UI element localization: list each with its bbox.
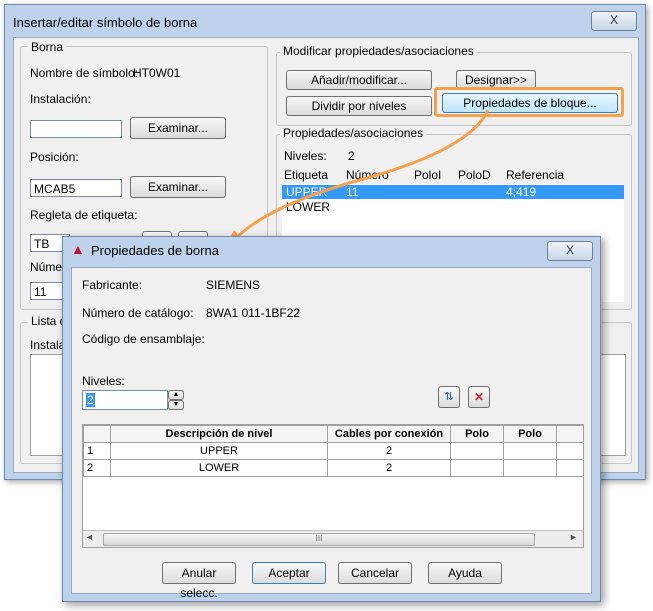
cell-wires[interactable]: 2: [327, 442, 451, 460]
help-button[interactable]: Ayuda: [428, 562, 502, 584]
table-row[interactable]: 2 LOWER 2: [83, 459, 583, 477]
autocad-logo-icon: ▲: [71, 241, 85, 257]
header-wires-per-connection[interactable]: Cables por conexión: [327, 425, 451, 443]
header-extra: [556, 425, 583, 443]
manufacturer-value: SIEMENS: [206, 278, 261, 292]
terminal-properties-dialog: ▲ Propiedades de borna X Fabricante: SIE…: [62, 236, 601, 602]
cell-pole-2[interactable]: [503, 442, 557, 460]
header-pole-1[interactable]: Polo: [450, 425, 504, 443]
row-number: 1: [83, 442, 111, 460]
cell-description[interactable]: LOWER: [110, 459, 328, 477]
catalog-value: 8WA1 011-1BF22: [206, 306, 301, 320]
levels-spinner-input[interactable]: 2: [82, 390, 168, 410]
header-pole-2[interactable]: Polo: [503, 425, 557, 443]
table-row[interactable]: 1 UPPER 2: [83, 442, 583, 460]
cancel-select-button[interactable]: Anular selecc.: [162, 562, 236, 600]
cancel-button[interactable]: Cancelar: [338, 562, 412, 584]
cell-extra: [556, 442, 583, 460]
levels-table: Descripción de nivel Cables por conexión…: [83, 425, 583, 477]
spinner-down-button[interactable]: ▼: [168, 400, 184, 410]
horizontal-scrollbar[interactable]: ◄ III ►: [83, 530, 583, 547]
levels-label: Niveles:: [82, 374, 125, 388]
header-level-description[interactable]: Descripción de nivel: [110, 425, 328, 443]
cell-pole-2[interactable]: [503, 459, 557, 477]
levels-input-value: 2: [86, 393, 95, 407]
scroll-right-icon[interactable]: ►: [569, 532, 578, 542]
catalog-label: Número de catálogo:: [82, 306, 194, 320]
scroll-thumb[interactable]: III: [103, 533, 535, 546]
cell-wires[interactable]: 2: [327, 459, 451, 477]
row-number: 2: [83, 459, 111, 477]
cell-extra: [556, 459, 583, 477]
dialog-title: Propiedades de borna: [91, 243, 219, 258]
dialog-client: Fabricante: SIEMENS Número de catálogo: …: [71, 267, 592, 600]
scroll-left-icon[interactable]: ◄: [85, 532, 94, 542]
insert-level-icon[interactable]: ⇅: [438, 386, 460, 408]
levels-grid[interactable]: Descripción de nivel Cables por conexión…: [82, 424, 584, 548]
cell-pole-1[interactable]: [450, 459, 504, 477]
cell-pole-1[interactable]: [450, 442, 504, 460]
cell-description[interactable]: UPPER: [110, 442, 328, 460]
accept-button[interactable]: Aceptar: [252, 562, 326, 584]
spinner-up-button[interactable]: ▲: [168, 390, 184, 400]
assembly-code-label: Código de ensamblaje:: [82, 332, 205, 346]
manufacturer-label: Fabricante:: [82, 278, 143, 292]
row-number-header: [83, 425, 111, 443]
dialog-close-button[interactable]: X: [547, 241, 593, 261]
delete-level-icon[interactable]: ✕: [468, 386, 490, 408]
